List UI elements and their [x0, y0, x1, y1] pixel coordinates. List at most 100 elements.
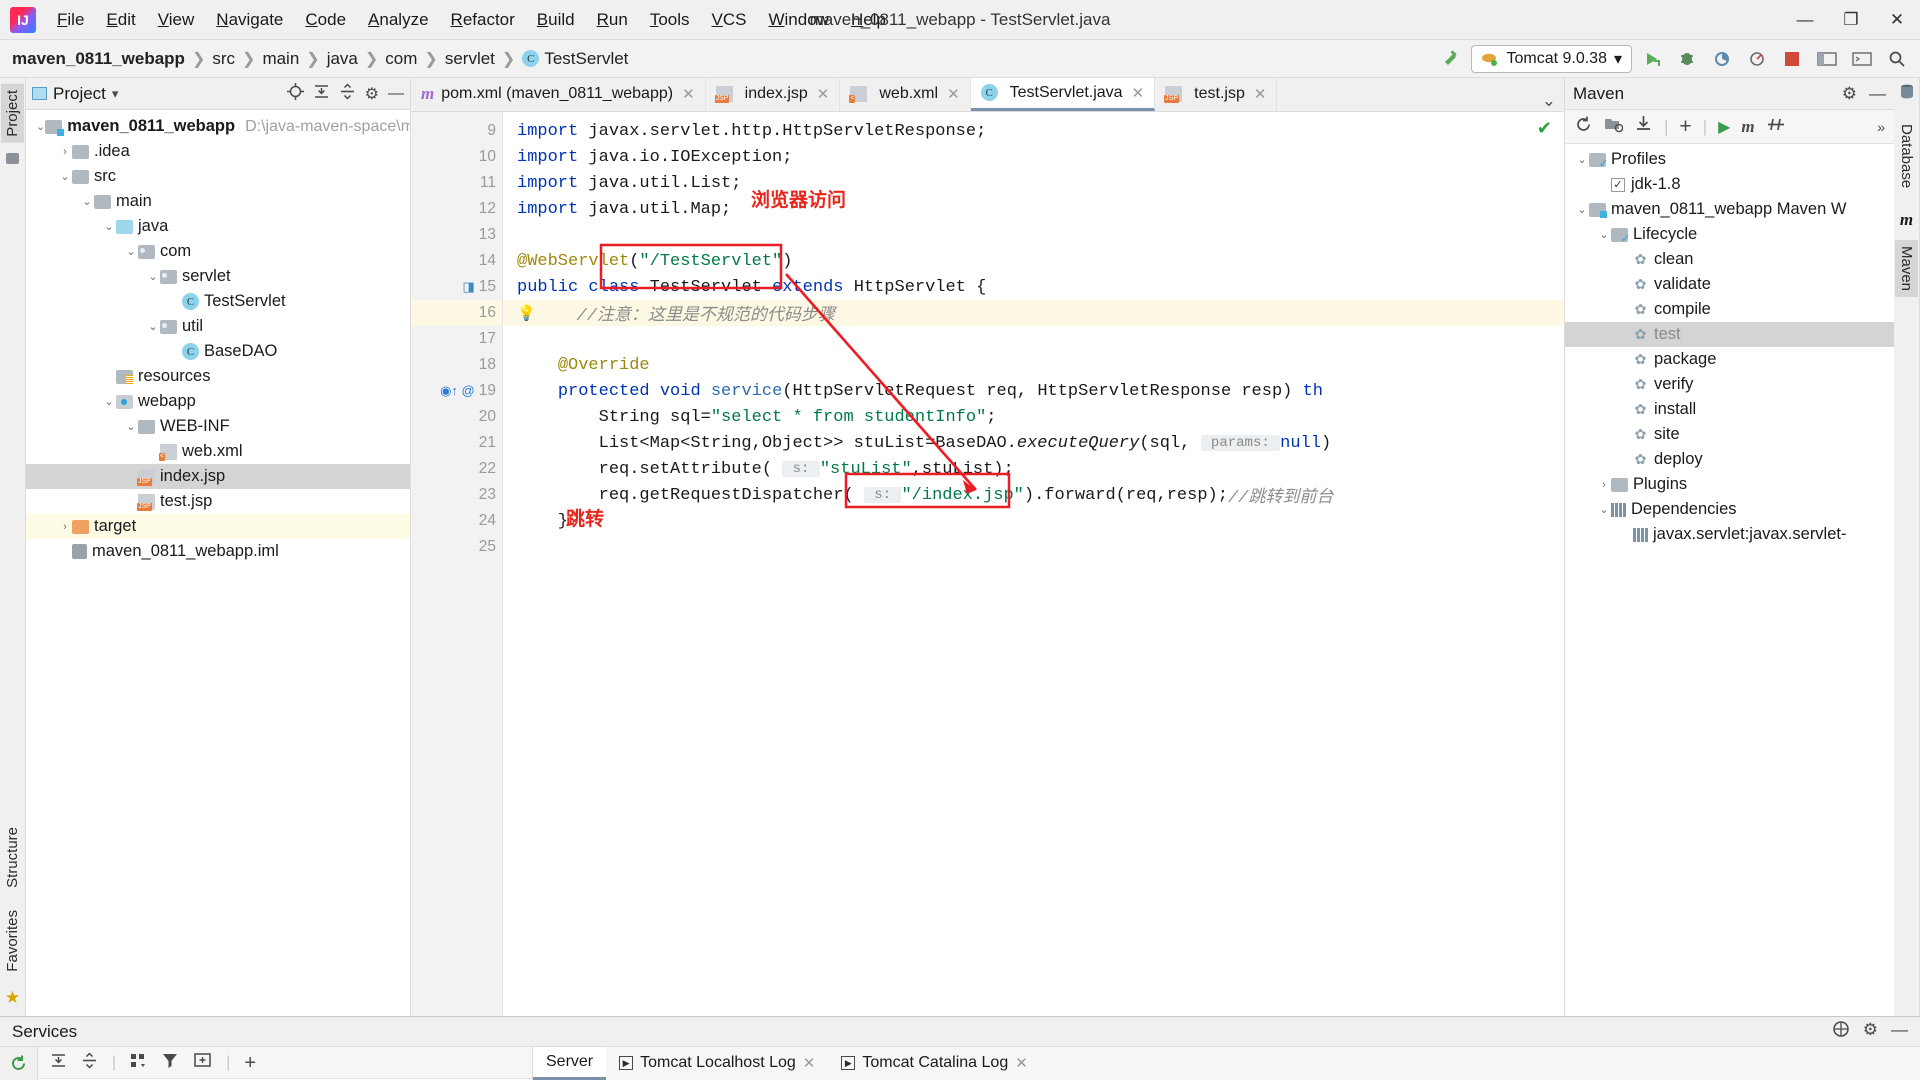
minimize-button[interactable]: —: [1782, 0, 1828, 40]
more-icon[interactable]: »: [1877, 119, 1885, 135]
build-hammer-icon[interactable]: [1436, 45, 1466, 73]
sidebar-tab-database[interactable]: Database: [1895, 118, 1918, 194]
code-line-22[interactable]: req.setAttribute( s: "stuList" ,stuList);: [503, 456, 1564, 482]
debug-icon[interactable]: [1672, 45, 1702, 73]
editor-tabs[interactable]: mpom.xml (maven_0811_webapp)✕index.jsp✕w…: [411, 78, 1564, 112]
gutter-line-14[interactable]: 14: [411, 248, 502, 274]
project-tree[interactable]: ⌄ maven_0811_webapp D:\java-maven-space\m ›…: [26, 110, 410, 1016]
maven-node-validate[interactable]: ›✿validate: [1565, 272, 1894, 297]
code-line-16[interactable]: 💡 //注意：这里是不规范的代码步骤: [503, 300, 1564, 326]
code-line-15[interactable]: public class TestServlet extends HttpSer…: [503, 274, 1564, 300]
tree-node-web-xml[interactable]: ›web.xml: [26, 439, 410, 464]
tree-node-basedao[interactable]: ›CBaseDAO: [26, 339, 410, 364]
intention-bulb-icon[interactable]: 💡: [517, 304, 536, 323]
breadcrumb-item-main[interactable]: main: [262, 49, 299, 69]
services-side-toolbar[interactable]: [0, 1047, 38, 1080]
code-line-14[interactable]: @WebServlet("/TestServlet"): [503, 248, 1564, 274]
tree-node-src[interactable]: ⌄ src: [26, 164, 410, 189]
maven-node-test[interactable]: ›✿test: [1565, 322, 1894, 347]
tree-node-maven-0811-webapp-iml[interactable]: ›maven_0811_webapp.iml: [26, 539, 410, 564]
search-icon[interactable]: [1882, 45, 1912, 73]
tab-tomcat-localhost-log[interactable]: ▶ Tomcat Localhost Log ✕: [606, 1046, 828, 1080]
sidebar-tab-project[interactable]: Project: [1, 84, 24, 143]
collapse-all-icon[interactable]: [81, 1051, 98, 1074]
gutter-line-19[interactable]: ◉↑ @19: [411, 378, 502, 404]
menu-run[interactable]: Run: [586, 6, 639, 34]
editor-tab-testservlet-java[interactable]: C TestServlet.java ✕: [970, 78, 1156, 111]
chevron-down-icon[interactable]: ⌄: [146, 320, 160, 333]
tree-node-testservlet[interactable]: ›CTestServlet: [26, 289, 410, 314]
code-line-12[interactable]: import java.util.Map;: [503, 196, 1564, 222]
gutter-line-13[interactable]: 13: [411, 222, 502, 248]
breadcrumb-item-java[interactable]: java: [327, 49, 358, 69]
run-configuration-selector[interactable]: Tomcat 9.0.38 ▾: [1471, 44, 1632, 73]
chevron-down-icon[interactable]: ⌄: [36, 120, 45, 133]
tree-node-web-inf[interactable]: ⌄ WEB-INF: [26, 414, 410, 439]
settings-icon[interactable]: ⚙: [365, 84, 379, 104]
menu-navigate[interactable]: Navigate: [205, 6, 294, 34]
chevron-down-icon[interactable]: ⌄: [1575, 203, 1589, 216]
menu-window[interactable]: Window: [757, 6, 839, 34]
gutter-line-23[interactable]: 23: [411, 482, 502, 508]
chevron-right-icon[interactable]: ›: [58, 521, 72, 533]
run-icon[interactable]: [1637, 45, 1667, 73]
gutter-line-20[interactable]: 20: [411, 404, 502, 430]
code-editor[interactable]: 9 10 11 12 13 14 ◨ 15 16 17 18 ◉↑ @19 20 21 22 23 24 25 i…: [411, 112, 1564, 1016]
expand-all-icon[interactable]: [313, 83, 330, 105]
settings-icon[interactable]: ⚙: [1863, 1020, 1878, 1043]
maven-node-compile[interactable]: ›✿compile: [1565, 297, 1894, 322]
menu-help[interactable]: Help: [840, 6, 897, 34]
inspection-status-icon[interactable]: ✔: [1537, 118, 1552, 139]
tree-node-index-jsp[interactable]: ›index.jsp: [26, 464, 410, 489]
add-tab-icon[interactable]: [194, 1052, 212, 1074]
gutter-line-22[interactable]: 22: [411, 456, 502, 482]
close-button[interactable]: ✕: [1874, 0, 1920, 40]
chevron-down-icon[interactable]: ⌄: [1575, 153, 1589, 166]
maven-node-verify[interactable]: ›✿verify: [1565, 372, 1894, 397]
sidebar-tab-maven[interactable]: Maven: [1895, 240, 1918, 298]
rerun-icon[interactable]: [9, 1054, 28, 1078]
code-line-11[interactable]: import java.util.List;: [503, 170, 1564, 196]
chevron-down-icon[interactable]: ⌄: [1597, 503, 1611, 516]
gutter-line-10[interactable]: 10: [411, 144, 502, 170]
gutter-line-25[interactable]: 25: [411, 534, 502, 560]
menu-file[interactable]: File: [46, 6, 95, 34]
chevron-right-icon[interactable]: ›: [1597, 479, 1611, 491]
code-line-21[interactable]: List<Map<String,Object>> stuList=BaseDAO…: [503, 430, 1564, 456]
gutter-line-17[interactable]: 17: [411, 326, 502, 352]
maximize-button[interactable]: ❐: [1828, 0, 1874, 40]
maven-node-javax-servlet-javax-servlet-[interactable]: ›javax.servlet:javax.servlet-: [1565, 522, 1894, 547]
chevron-down-icon[interactable]: ⌄: [58, 170, 72, 183]
breadcrumb-item-src[interactable]: src: [212, 49, 235, 69]
editor-tab-test-jsp[interactable]: test.jsp ✕: [1155, 78, 1278, 111]
chevron-down-icon[interactable]: ⌄: [124, 245, 138, 258]
close-icon[interactable]: ✕: [1015, 1054, 1028, 1072]
editor-tab-pom-xml-maven-0811-webapp-[interactable]: m pom.xml (maven_0811_webapp) ✕: [411, 78, 706, 111]
code-line-10[interactable]: import java.io.IOException;: [503, 144, 1564, 170]
coverage-icon[interactable]: [1707, 45, 1737, 73]
settings-icon[interactable]: ⚙: [1842, 84, 1857, 104]
chevron-down-icon[interactable]: ⌄: [124, 420, 138, 433]
gutter-line-16[interactable]: 16: [411, 300, 502, 326]
tabs-overflow-chevron-icon[interactable]: ⌄: [1534, 91, 1564, 111]
hide-icon[interactable]: —: [1869, 84, 1886, 104]
gutter-line-18[interactable]: 18: [411, 352, 502, 378]
maven-node-package[interactable]: ›✿package: [1565, 347, 1894, 372]
maven-node-jdk-1-8[interactable]: ›✓jdk-1.8: [1565, 172, 1894, 197]
maven-node-profiles[interactable]: ⌄ Profiles: [1565, 147, 1894, 172]
maven-icon[interactable]: m: [1741, 117, 1754, 137]
tree-node--idea[interactable]: › .idea: [26, 139, 410, 164]
close-icon[interactable]: ✕: [803, 1054, 816, 1072]
maven-node-install[interactable]: ›✿install: [1565, 397, 1894, 422]
menu-build[interactable]: Build: [526, 6, 586, 34]
maven-node-maven-0811-webapp-maven-w[interactable]: ⌄ maven_0811_webapp Maven W: [1565, 197, 1894, 222]
breadcrumb-item-testservlet[interactable]: C TestServlet: [522, 49, 628, 69]
sidebar-tab-structure[interactable]: Structure: [1, 821, 24, 894]
breadcrumb-item-servlet[interactable]: servlet: [445, 49, 495, 69]
tab-server[interactable]: Server: [533, 1046, 607, 1080]
tree-node-servlet[interactable]: ⌄ servlet: [26, 264, 410, 289]
editor-gutter[interactable]: 9 10 11 12 13 14 ◨ 15 16 17 18 ◉↑ @19 20 21 22 23 24 25: [411, 112, 503, 1016]
tree-node-main[interactable]: ⌄ main: [26, 189, 410, 214]
maven-node-plugins[interactable]: › Plugins: [1565, 472, 1894, 497]
gutter-line-12[interactable]: 12: [411, 196, 502, 222]
